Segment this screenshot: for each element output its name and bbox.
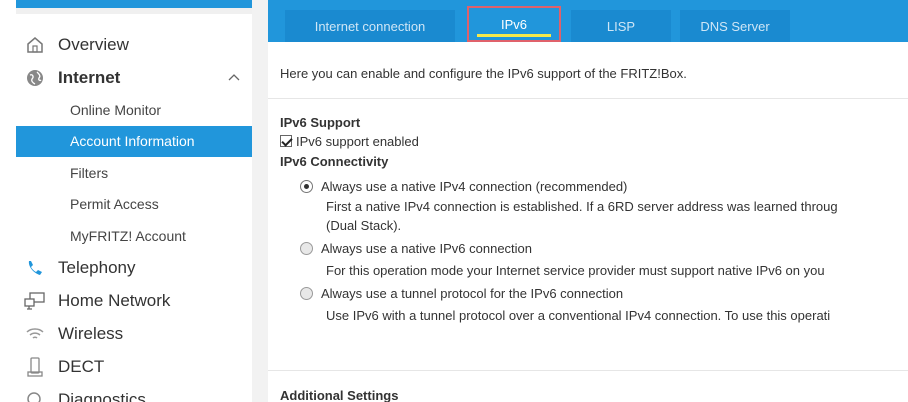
option-description: Use IPv6 with a tunnel protocol over a c…: [326, 308, 831, 323]
phone-icon: [22, 257, 48, 279]
sidebar-item-label: Diagnostics: [58, 390, 146, 402]
home-icon: [22, 34, 48, 56]
option-description: For this operation mode your Internet se…: [326, 263, 825, 278]
option-label: Always use a native IPv4 connection (rec…: [321, 178, 628, 194]
option-native-ipv6[interactable]: Always use a native IPv6 connection: [300, 237, 908, 259]
tab-lisp[interactable]: LISP: [571, 10, 671, 42]
ipv6-support-row[interactable]: IPv6 support enabled: [280, 130, 908, 152]
sidebar-item-wireless[interactable]: Wireless: [16, 318, 252, 351]
option-native-ipv4[interactable]: Always use a native IPv4 connection (rec…: [300, 175, 908, 197]
wifi-icon: [22, 323, 48, 345]
tab-active-underline: [477, 34, 551, 37]
sidebar-item-home-network[interactable]: Home Network: [16, 285, 252, 318]
sidebar-subitem-myfritz-account[interactable]: MyFRITZ! Account: [16, 220, 252, 252]
option-label: Always use a tunnel protocol for the IPv…: [321, 285, 624, 301]
sidebar: Overview Internet Online Monitor Account…: [16, 0, 252, 402]
sidebar-item-telephony[interactable]: Telephony: [16, 252, 252, 285]
additional-settings-heading: Additional Settings: [280, 388, 399, 402]
sidebar-item-diagnostics[interactable]: Diagnostics: [16, 384, 252, 402]
tab-ipv6[interactable]: IPv6: [467, 6, 561, 42]
tab-internet-connection[interactable]: Internet connection: [285, 10, 455, 42]
option-description: (Dual Stack).: [326, 218, 402, 233]
divider-line: [268, 98, 908, 99]
sidebar-item-overview[interactable]: Overview: [16, 28, 252, 61]
sidebar-item-label: Home Network: [58, 291, 171, 310]
option-label: Always use a native IPv6 connection: [321, 240, 533, 256]
tab-dns-server[interactable]: DNS Server: [680, 10, 790, 42]
option-tunnel-protocol[interactable]: Always use a tunnel protocol for the IPv…: [300, 282, 908, 304]
chevron-up-icon[interactable]: [226, 69, 242, 85]
globe-icon: [22, 67, 48, 89]
sidebar-subitem-filters[interactable]: Filters: [16, 157, 252, 189]
intro-text: Here you can enable and configure the IP…: [280, 66, 687, 81]
sidebar-item-label: Overview: [58, 34, 129, 54]
ipv6-support-heading: IPv6 Support: [280, 115, 361, 130]
tab-ipv6-label: IPv6: [500, 16, 527, 32]
radio-native-ipv6[interactable]: [300, 241, 313, 255]
sidebar-subitem-account-information[interactable]: Account Information: [16, 125, 252, 157]
sidebar-item-internet[interactable]: Internet: [16, 61, 252, 94]
main-panel: Internet connection IPv6 LISP DNS Server…: [268, 0, 908, 402]
sidebar-item-label: Internet: [58, 67, 121, 87]
ipv6-support-label: IPv6 support enabled: [296, 133, 419, 149]
sidebar-subitem-permit-access[interactable]: Permit Access: [16, 189, 252, 221]
sidebar-subitem-online-monitor[interactable]: Online Monitor: [16, 94, 252, 126]
sidebar-item-label: DECT: [58, 357, 105, 376]
ipv6-support-checkbox[interactable]: [280, 135, 292, 147]
divider-line: [268, 370, 908, 371]
monitor-network-icon: [22, 290, 48, 312]
sidebar-top-bar: [16, 0, 252, 8]
diagnostics-icon: [22, 389, 48, 402]
cordless-phone-icon: [22, 356, 48, 378]
radio-native-ipv4[interactable]: [300, 179, 313, 193]
sidebar-item-dect[interactable]: DECT: [16, 351, 252, 384]
sidebar-item-label: Wireless: [58, 324, 124, 343]
sidebar-item-label: Telephony: [58, 258, 136, 277]
tab-bar: Internet connection IPv6 LISP DNS Server: [268, 0, 908, 42]
content-area: Here you can enable and configure the IP…: [268, 42, 908, 325]
sidebar-divider: [252, 0, 268, 402]
ipv6-connectivity-heading: IPv6 Connectivity: [280, 154, 389, 169]
option-description: First a native IPv4 connection is establ…: [326, 199, 838, 214]
radio-tunnel-protocol[interactable]: [300, 286, 313, 300]
